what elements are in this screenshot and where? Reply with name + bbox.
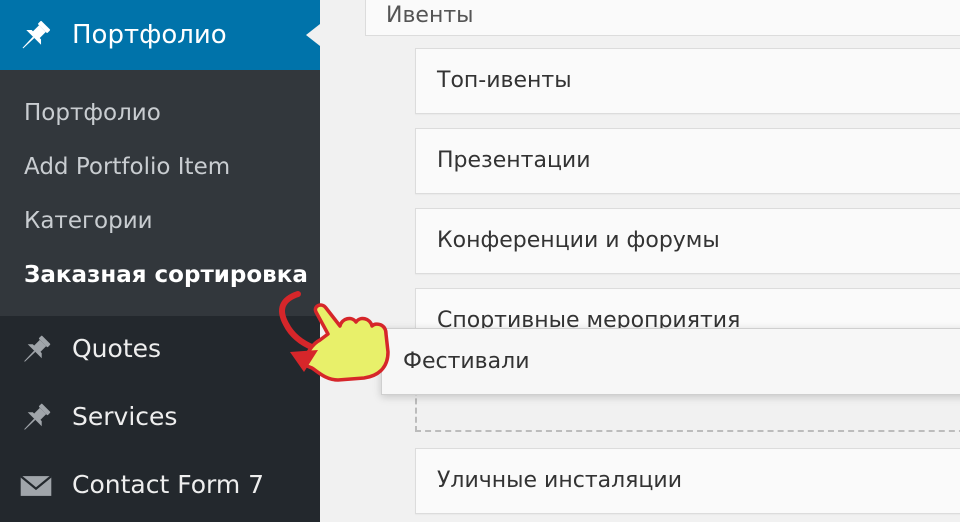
menu-item-label: Services	[72, 402, 178, 431]
sortable-item[interactable]: Конференции и форумы	[415, 208, 960, 274]
menu-item-contact-form-7[interactable]: Contact Form 7	[0, 454, 320, 518]
submenu-item-add-portfolio-item[interactable]: Add Portfolio Item	[24, 154, 230, 180]
item-label: Топ-ивенты	[437, 68, 572, 93]
pushpin-icon	[24, 335, 51, 362]
menu-item-portfolio[interactable]: Портфолио	[0, 0, 320, 70]
item-label: Уличные инсталяции	[437, 468, 682, 493]
admin-sidebar: Портфолио Портфолио Add Portfolio Item К…	[0, 0, 320, 522]
sortable-item[interactable]: Презентации	[415, 128, 960, 194]
pushpin-icon	[22, 20, 51, 49]
menu-item-label: Quotes	[72, 334, 162, 363]
item-label: Фестивали	[403, 349, 530, 374]
menu-item-label: Contact Form 7	[72, 470, 265, 499]
active-menu-caret	[306, 24, 320, 46]
item-label: Ивенты	[386, 3, 474, 28]
hand-pointer-icon	[279, 291, 390, 382]
dragging-item[interactable]: Фестивали	[381, 328, 960, 395]
sortable-item[interactable]: Топ-ивенты	[415, 48, 960, 114]
submenu-item-portfolio[interactable]: Портфолио	[24, 100, 161, 126]
sortable-item[interactable]: Уличные инсталяции	[415, 448, 960, 514]
envelope-icon	[19, 475, 53, 496]
item-label: Конференции и форумы	[437, 228, 720, 253]
sortable-parent-item[interactable]: Ивенты	[365, 0, 960, 36]
submenu-item-categories[interactable]: Категории	[24, 208, 153, 234]
pushpin-icon	[24, 403, 51, 430]
item-label: Презентации	[437, 148, 591, 173]
menu-item-label: Портфолио	[72, 20, 227, 50]
submenu-item-custom-sort[interactable]: Заказная сортировка	[24, 262, 308, 288]
menu-item-services[interactable]: Services	[0, 386, 320, 450]
